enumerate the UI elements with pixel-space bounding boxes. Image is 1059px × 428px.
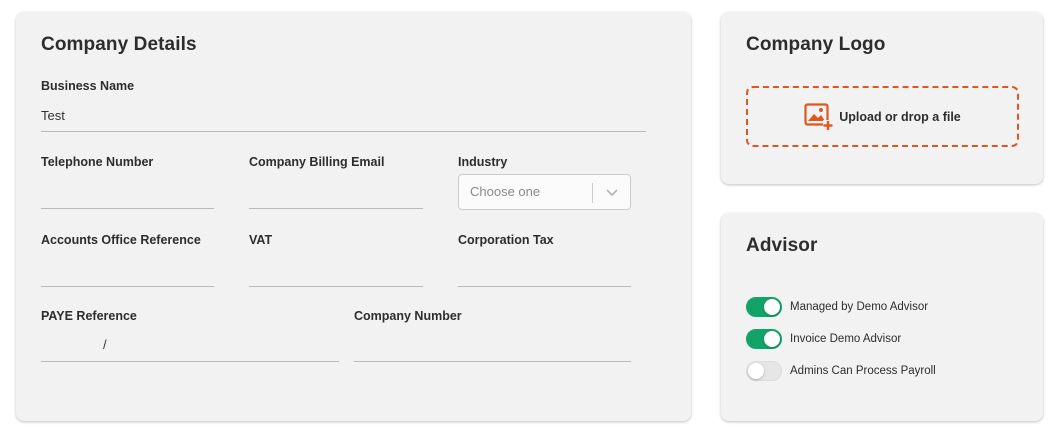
billing-email-label: Company Billing Email: [249, 155, 385, 169]
company-logo-card: Company Logo Upload or drop a file: [721, 12, 1043, 184]
invoice-advisor-toggle[interactable]: [746, 329, 782, 349]
telephone-number-underline: [41, 208, 214, 209]
toggle-row-managed-by-advisor: Managed by Demo Advisor: [746, 297, 928, 317]
managed-by-advisor-toggle[interactable]: [746, 297, 782, 317]
paye-reference-underline: [41, 361, 339, 362]
accounts-office-reference-label: Accounts Office Reference: [41, 233, 201, 247]
company-details-title: Company Details: [41, 34, 197, 55]
toggle-knob: [764, 331, 780, 347]
billing-email-underline: [249, 208, 423, 209]
paye-reference-number-input[interactable]: [113, 337, 337, 355]
image-add-icon: [804, 102, 834, 130]
telephone-number-input[interactable]: [41, 184, 214, 202]
company-details-card: Company Details Business Name Telephone …: [16, 12, 691, 421]
upload-label: Upload or drop a file: [839, 109, 961, 124]
advisor-card: Advisor Managed by Demo Advisor Invoice …: [721, 213, 1043, 421]
business-name-underline: [41, 131, 646, 132]
business-name-input[interactable]: [41, 106, 645, 124]
billing-email-input[interactable]: [249, 184, 422, 202]
toggle-row-invoice-advisor: Invoice Demo Advisor: [746, 329, 901, 349]
company-number-label: Company Number: [354, 309, 462, 323]
toggle-knob: [764, 299, 780, 315]
company-number-underline: [354, 361, 631, 362]
industry-select-separator: [592, 183, 593, 203]
chevron-down-icon[interactable]: [605, 185, 619, 199]
logo-upload-dropzone[interactable]: Upload or drop a file: [746, 86, 1019, 147]
industry-placeholder: Choose one: [470, 184, 541, 199]
company-logo-title: Company Logo: [746, 34, 886, 55]
paye-reference-separator: /: [103, 337, 107, 352]
toggle-knob: [748, 363, 764, 379]
corporation-tax-input[interactable]: [458, 262, 631, 280]
accounts-office-reference-input[interactable]: [41, 262, 214, 280]
advisor-title: Advisor: [746, 235, 818, 256]
company-number-input[interactable]: [354, 337, 630, 355]
vat-input[interactable]: [249, 262, 422, 280]
accounts-office-reference-underline: [41, 286, 214, 287]
business-name-label: Business Name: [41, 79, 135, 93]
vat-label: VAT: [249, 233, 273, 247]
industry-select[interactable]: Choose one: [458, 174, 631, 210]
corporation-tax-label: Corporation Tax: [458, 233, 554, 247]
admins-process-payroll-toggle[interactable]: [746, 361, 782, 381]
vat-underline: [249, 286, 423, 287]
admins-process-payroll-label: Admins Can Process Payroll: [790, 365, 936, 377]
paye-reference-office-input[interactable]: [41, 337, 101, 355]
telephone-number-label: Telephone Number: [41, 155, 154, 169]
toggle-row-admins-process-payroll: Admins Can Process Payroll: [746, 361, 936, 381]
corporation-tax-underline: [458, 286, 631, 287]
managed-by-advisor-label: Managed by Demo Advisor: [790, 301, 929, 313]
industry-label: Industry: [458, 155, 508, 169]
paye-reference-label: PAYE Reference: [41, 309, 137, 323]
invoice-advisor-label: Invoice Demo Advisor: [790, 333, 902, 345]
